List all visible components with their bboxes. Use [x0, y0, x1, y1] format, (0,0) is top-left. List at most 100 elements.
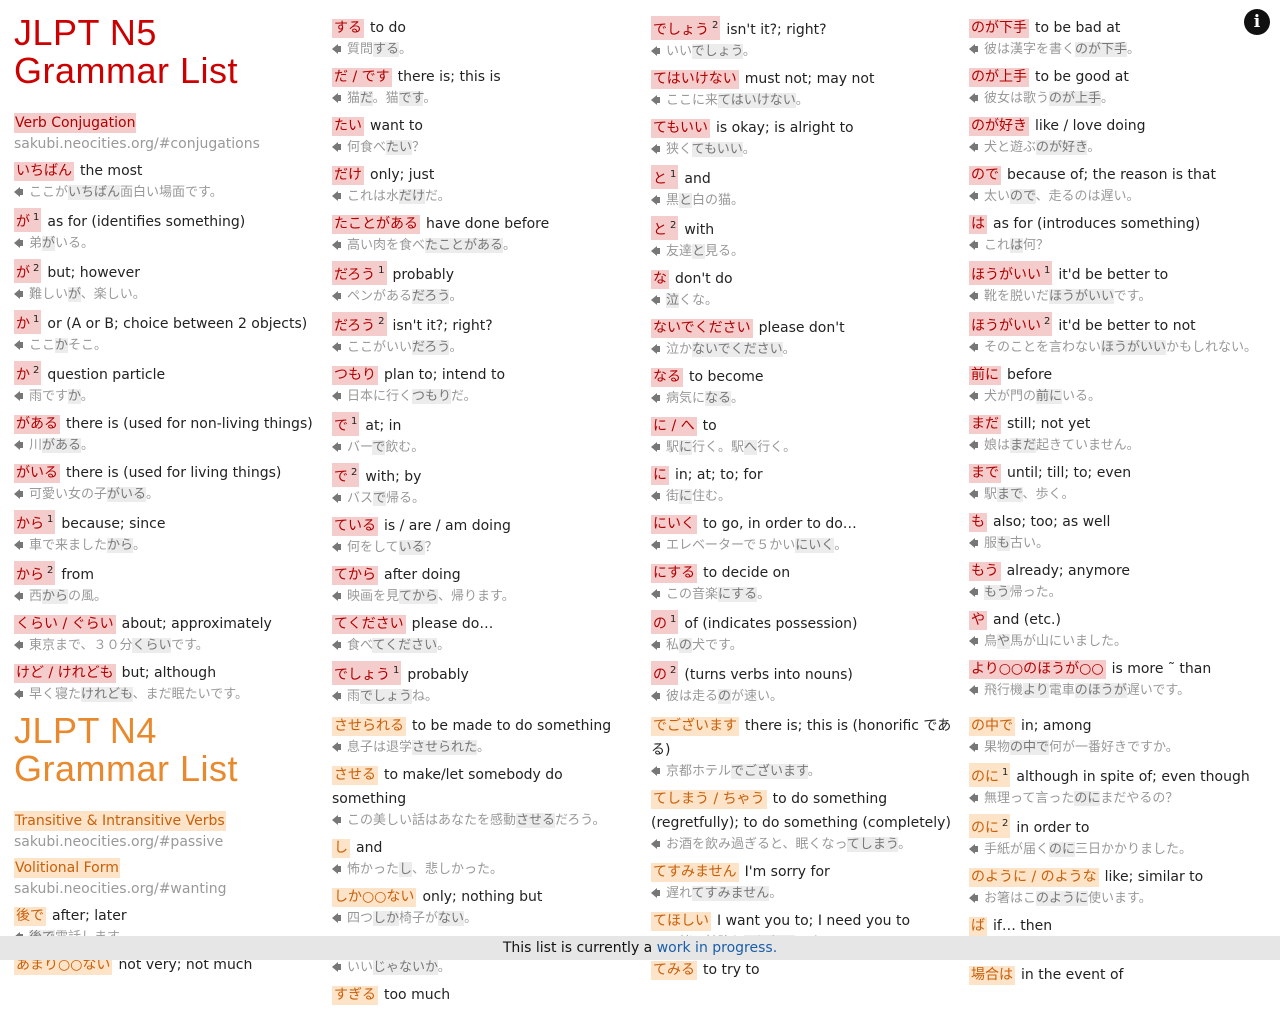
grammar-term[interactable]: てすみません — [651, 863, 739, 882]
speaker-icon[interactable] — [332, 962, 341, 972]
speaker-icon[interactable] — [969, 538, 978, 548]
grammar-term[interactable]: ほうがいい 2 — [969, 312, 1053, 336]
grammar-term[interactable]: から 1 — [14, 510, 56, 534]
grammar-term[interactable]: 場合は — [969, 966, 1015, 985]
grammar-term[interactable]: でしょう 1 — [332, 661, 402, 685]
grammar-term[interactable]: にする — [651, 564, 698, 583]
grammar-term[interactable]: で2 — [332, 463, 360, 487]
speaker-icon[interactable] — [332, 913, 341, 923]
grammar-term[interactable]: だ / です — [332, 68, 392, 87]
grammar-term[interactable]: 後で — [14, 907, 46, 926]
grammar-term[interactable]: にいく — [651, 515, 697, 534]
grammar-term[interactable]: し — [332, 839, 350, 858]
speaker-icon[interactable] — [332, 542, 341, 552]
speaker-icon[interactable] — [651, 195, 660, 205]
speaker-icon[interactable] — [651, 95, 660, 105]
related-link[interactable]: Volitional Form — [14, 858, 120, 878]
speaker-icon[interactable] — [651, 442, 660, 452]
speaker-icon[interactable] — [651, 46, 660, 56]
speaker-icon[interactable] — [651, 393, 660, 403]
speaker-icon[interactable] — [332, 640, 341, 650]
speaker-icon[interactable] — [969, 793, 978, 803]
speaker-icon[interactable] — [332, 93, 341, 103]
grammar-term[interactable]: けど / けれども — [14, 664, 116, 683]
grammar-term[interactable]: から 2 — [14, 561, 56, 585]
speaker-icon[interactable] — [332, 191, 341, 201]
grammar-term[interactable]: まだ — [969, 415, 1001, 434]
speaker-icon[interactable] — [651, 589, 660, 599]
speaker-icon[interactable] — [14, 440, 23, 450]
speaker-icon[interactable] — [332, 342, 341, 352]
grammar-term[interactable]: か1 — [14, 310, 42, 334]
speaker-icon[interactable] — [651, 766, 660, 776]
speaker-icon[interactable] — [969, 291, 978, 301]
speaker-icon[interactable] — [651, 144, 660, 154]
grammar-term[interactable]: てはいけない — [651, 70, 739, 89]
speaker-icon[interactable] — [969, 142, 978, 152]
grammar-term[interactable]: たい — [332, 117, 364, 136]
speaker-icon[interactable] — [651, 691, 660, 701]
grammar-term[interactable]: もう — [969, 562, 1001, 581]
speaker-icon[interactable] — [332, 493, 341, 503]
related-link[interactable]: Verb Conjugation — [14, 113, 137, 133]
grammar-term[interactable]: なる — [651, 368, 683, 387]
grammar-term[interactable]: も — [969, 513, 987, 532]
speaker-icon[interactable] — [969, 191, 978, 201]
related-link-url[interactable]: sakubi.neocities.org/#passive — [14, 831, 319, 853]
grammar-term[interactable]: てもいい — [651, 119, 711, 138]
related-link[interactable]: Transitive & Intransitive Verbs — [14, 811, 226, 831]
grammar-term[interactable]: てしまう / ちゃう — [651, 790, 767, 809]
speaker-icon[interactable] — [332, 742, 341, 752]
grammar-term[interactable]: のが好き — [969, 117, 1029, 136]
speaker-icon[interactable] — [651, 491, 660, 501]
grammar-term[interactable]: のが下手 — [969, 19, 1029, 38]
grammar-term[interactable]: のに 2 — [969, 814, 1011, 838]
grammar-term[interactable]: だろう 1 — [332, 261, 387, 285]
speaker-icon[interactable] — [651, 888, 660, 898]
grammar-term[interactable]: させる — [332, 766, 378, 785]
grammar-term[interactable]: てみる — [651, 961, 697, 980]
info-icon[interactable]: i — [1244, 9, 1270, 35]
grammar-term[interactable]: てほしい — [651, 912, 711, 931]
grammar-term[interactable]: と1 — [651, 165, 679, 189]
speaker-icon[interactable] — [969, 844, 978, 854]
speaker-icon[interactable] — [651, 295, 660, 305]
grammar-term[interactable]: な — [651, 270, 669, 289]
speaker-icon[interactable] — [332, 815, 341, 825]
speaker-icon[interactable] — [969, 440, 978, 450]
related-link-url[interactable]: sakubi.neocities.org/#wanting — [14, 878, 319, 900]
grammar-term[interactable]: で1 — [332, 412, 360, 436]
grammar-term[interactable]: ば — [969, 917, 987, 936]
speaker-icon[interactable] — [969, 342, 978, 352]
grammar-term[interactable]: が1 — [14, 208, 42, 232]
speaker-icon[interactable] — [332, 691, 341, 701]
grammar-term[interactable]: くらい / ぐらい — [14, 615, 116, 634]
speaker-icon[interactable] — [969, 742, 978, 752]
grammar-term[interactable]: ので — [969, 166, 1001, 185]
grammar-term[interactable]: てから — [332, 566, 378, 585]
speaker-icon[interactable] — [969, 240, 978, 250]
speaker-icon[interactable] — [14, 640, 23, 650]
grammar-term[interactable]: ほうがいい 1 — [969, 261, 1053, 285]
grammar-term[interactable]: たことがある — [332, 215, 420, 234]
grammar-term[interactable]: すぎる — [332, 986, 378, 1005]
speaker-icon[interactable] — [651, 344, 660, 354]
grammar-term[interactable]: より○○のほうが○○ — [969, 660, 1106, 679]
grammar-term[interactable]: や — [969, 611, 987, 630]
grammar-term[interactable]: と2 — [651, 216, 679, 240]
speaker-icon[interactable] — [14, 689, 23, 699]
grammar-term[interactable]: の1 — [651, 610, 679, 634]
grammar-term[interactable]: てください — [332, 615, 406, 634]
grammar-term[interactable]: ないでください — [651, 319, 753, 338]
grammar-term[interactable]: は — [969, 215, 987, 234]
speaker-icon[interactable] — [969, 636, 978, 646]
work-in-progress-link[interactable]: work in progress. — [657, 940, 777, 956]
speaker-icon[interactable] — [332, 442, 341, 452]
grammar-term[interactable]: いちばん — [14, 162, 74, 181]
grammar-term[interactable]: の2 — [651, 661, 679, 685]
speaker-icon[interactable] — [969, 685, 978, 695]
grammar-term[interactable]: つもり — [332, 366, 378, 385]
speaker-icon[interactable] — [969, 44, 978, 54]
speaker-icon[interactable] — [14, 391, 23, 401]
speaker-icon[interactable] — [651, 246, 660, 256]
